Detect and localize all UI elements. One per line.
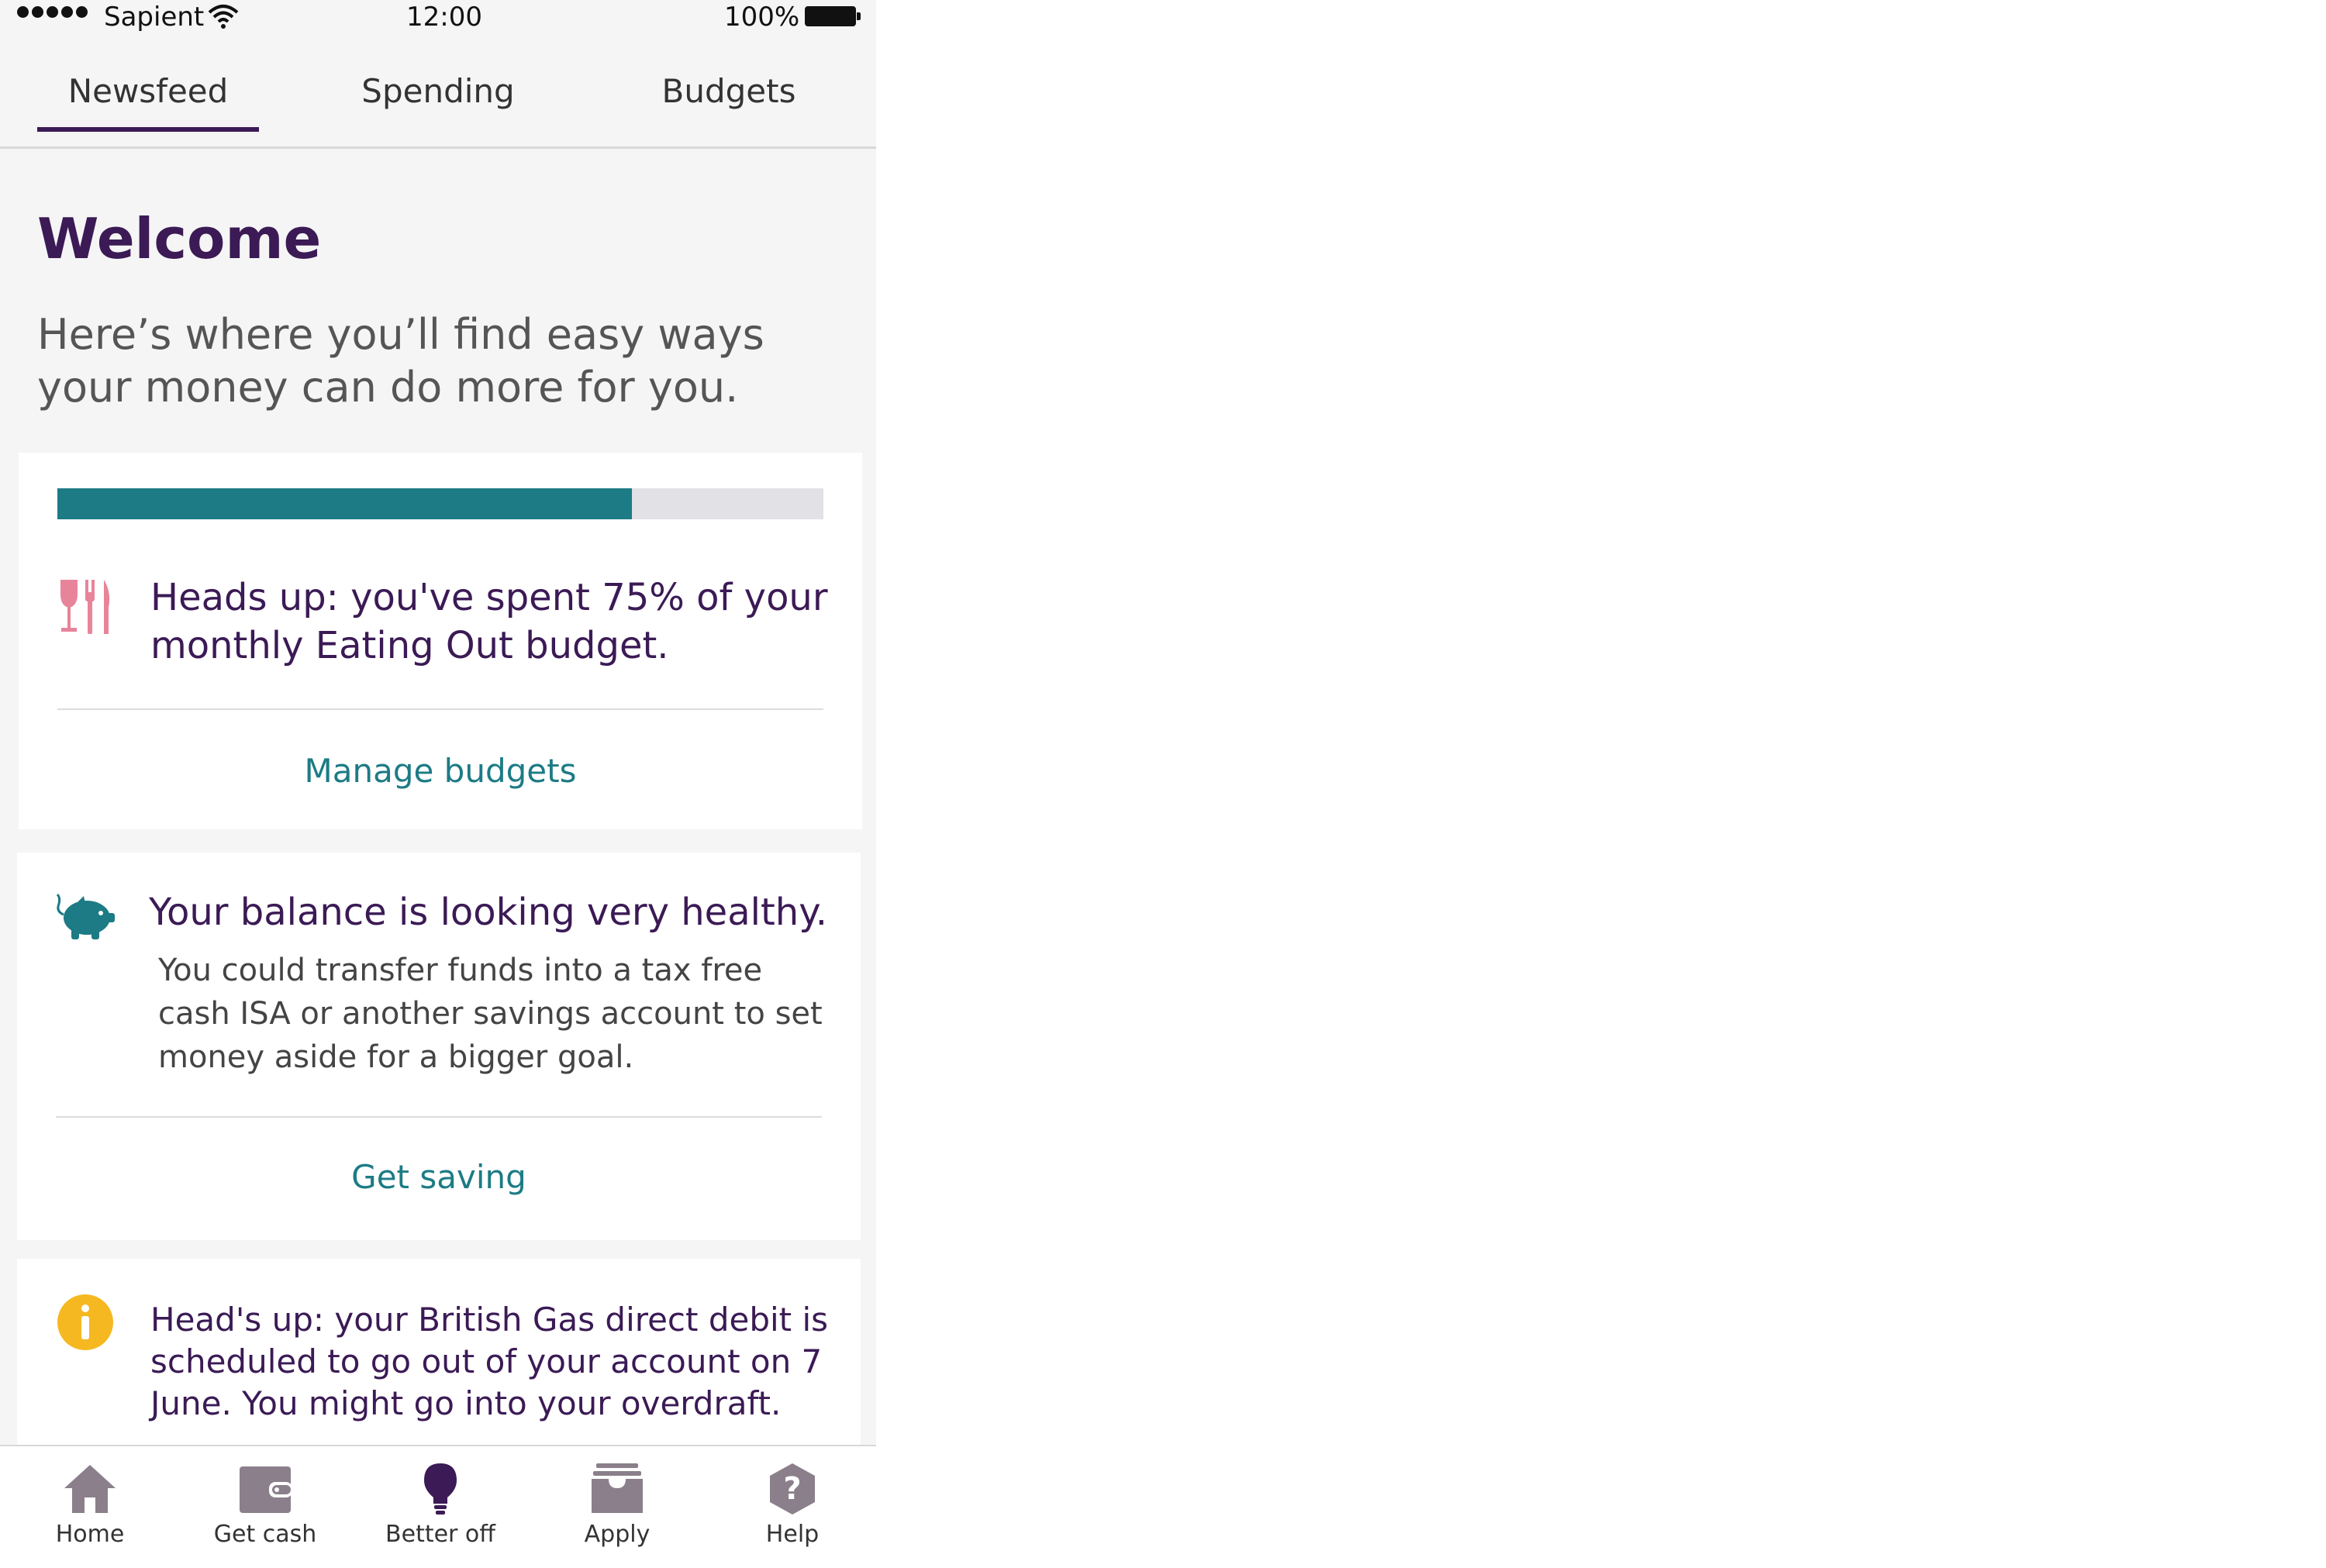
help-icon: ?: [770, 1463, 815, 1515]
savings-tip-title: Your balance is looking very healthy.: [149, 891, 828, 934]
battery-icon: [805, 6, 861, 26]
page-subtitle: Here’s where you’ll find easy ways your …: [37, 310, 764, 412]
budget-alert-card: Heads up: you've spent 75% of your month…: [19, 453, 862, 829]
tab-newsfeed[interactable]: Newsfeed: [37, 70, 259, 132]
budget-progress-bar: [57, 488, 823, 519]
nav-home[interactable]: Home: [28, 1462, 152, 1548]
home-icon: [64, 1465, 116, 1513]
cutlery-icon: [60, 580, 110, 634]
signal-strength-icon: [17, 6, 88, 18]
nav-get-cash-label: Get cash: [213, 1521, 317, 1548]
lightbulb-icon: [424, 1463, 457, 1515]
tab-spending[interactable]: Spending: [349, 70, 527, 132]
nav-better-off-label: Better off: [385, 1521, 495, 1548]
nav-apply[interactable]: Apply: [555, 1462, 679, 1548]
top-tabs: Newsfeed Spending Budgets: [0, 70, 876, 149]
nav-help-label: Help: [765, 1521, 820, 1548]
savings-tip-card: Your balance is looking very healthy. Yo…: [17, 853, 861, 1240]
nav-better-off[interactable]: Better off: [378, 1462, 502, 1548]
info-icon: [57, 1294, 113, 1350]
status-bar: Sapient 12:00 100%: [0, 0, 876, 39]
piggy-bank-icon: [56, 893, 115, 939]
budget-progress-fill: [57, 488, 632, 519]
inbox-icon: [592, 1463, 643, 1513]
svg-text:?: ?: [783, 1471, 801, 1507]
budget-alert-text: Heads up: you've spent 75% of your month…: [150, 576, 828, 667]
nav-help[interactable]: ? Help: [730, 1462, 854, 1548]
phone-screen: Sapient 12:00 100% Newsfeed Spending Bud…: [0, 0, 876, 1568]
get-saving-link[interactable]: Get saving: [17, 1158, 861, 1196]
carrier-name: Sapient: [104, 2, 205, 33]
bottom-navigation: Home Get cash Better off Apply ? Help: [0, 1445, 876, 1568]
savings-tip-body: You could transfer funds into a tax free…: [158, 953, 823, 1075]
manage-budgets-link[interactable]: Manage budgets: [19, 752, 862, 790]
direct-debit-alert-text: Head's up: your British Gas direct debit…: [150, 1301, 829, 1422]
tab-budgets[interactable]: Budgets: [651, 70, 806, 132]
card-divider: [57, 708, 823, 710]
page-title: Welcome: [37, 206, 322, 271]
nav-get-cash[interactable]: Get cash: [203, 1462, 327, 1548]
status-time: 12:00: [406, 2, 482, 33]
wallet-icon: [240, 1466, 292, 1513]
wifi-icon: [208, 5, 239, 29]
card-divider: [56, 1116, 822, 1118]
nav-apply-label: Apply: [584, 1521, 651, 1548]
nav-home-label: Home: [55, 1521, 125, 1548]
battery-percentage: 100%: [724, 2, 800, 33]
